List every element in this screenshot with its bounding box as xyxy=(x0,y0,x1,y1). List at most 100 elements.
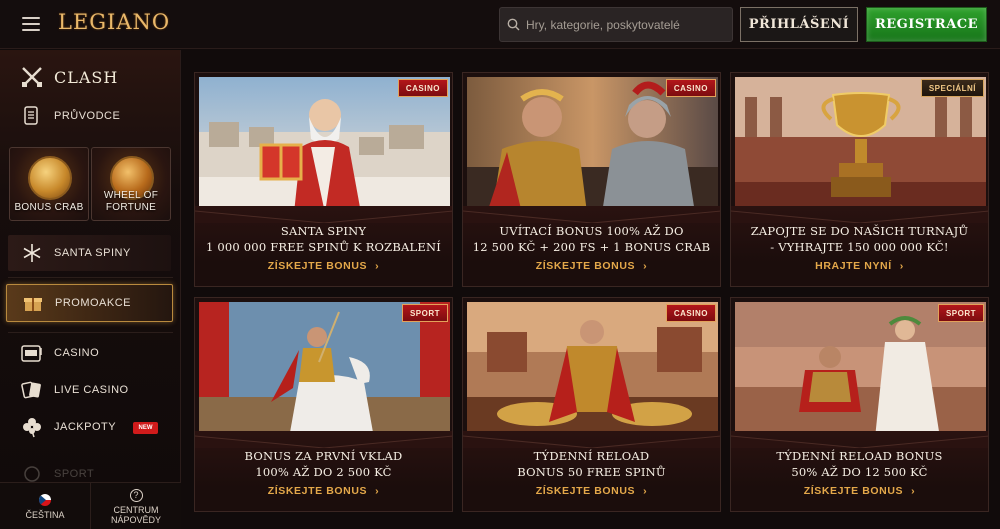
promo-card[interactable]: SPECIÁLNÍ ZAPOJTE SE DO NAŠICH TURNAJŮ -… xyxy=(730,72,989,287)
snowflake-icon xyxy=(20,241,44,265)
help-center-link[interactable]: ? CENTRUM NÁPOVĚDY xyxy=(90,483,181,529)
cta-label: ZÍSKEJTE BONUS xyxy=(267,485,368,497)
promo-title-line: 1 000 000 FREE SPINŮ K ROZBALENÍ xyxy=(206,240,441,254)
promo-cta[interactable]: HRAJTE NYNÍ › xyxy=(731,260,988,272)
gift-icon xyxy=(21,291,45,315)
promo-card[interactable]: CASINO TÝDENNÍ RELOAD BONUS 50 FREE SPIN… xyxy=(462,297,721,512)
site-logo[interactable]: LEGIANO xyxy=(58,10,170,38)
category-badge: CASINO xyxy=(665,79,716,97)
chevron-right-icon: › xyxy=(911,485,916,497)
login-button[interactable]: PŘIHLÁŠENÍ xyxy=(740,7,858,42)
chevron-right-icon: › xyxy=(375,260,380,272)
language-label: ČEŠTINA xyxy=(25,509,65,520)
sidebar-item-clash[interactable]: CLASH xyxy=(0,62,181,92)
sidebar-footer: ČEŠTINA ? CENTRUM NÁPOVĚDY xyxy=(0,482,181,529)
promo-cta[interactable]: ZÍSKEJTE BONUS › xyxy=(731,485,988,497)
promo-title-line: 12 500 KČ + 200 FS + 1 BONUS CRAB xyxy=(472,240,711,254)
cta-label: ZÍSKEJTE BONUS xyxy=(267,260,368,272)
divider xyxy=(8,332,173,333)
new-badge: NEW xyxy=(133,422,158,434)
promo-cta[interactable]: ZÍSKEJTE BONUS › xyxy=(195,260,452,272)
promo-card[interactable]: CASINO UVÍTACÍ BONUS 100% AŽ DO 12 500 K… xyxy=(462,72,721,287)
promo-title: UVÍTACÍ BONUS 100% AŽ DO 12 500 KČ + 200… xyxy=(471,223,712,255)
promo-title-line: TÝDENNÍ RELOAD xyxy=(533,449,650,463)
slot-machine-icon xyxy=(20,341,44,365)
cta-label: HRAJTE NYNÍ xyxy=(815,260,892,272)
sidebar-item-promoakce[interactable]: PROMOAKCE xyxy=(6,284,173,322)
top-header: LEGIANO PŘIHLÁŠENÍ REGISTRACE xyxy=(0,0,1000,49)
promo-title-line: 50% AŽ DO 12 500 KČ xyxy=(791,465,928,479)
card-divider xyxy=(463,210,720,223)
promo-title-line: 100% AŽ DO 2 500 KČ xyxy=(255,465,392,479)
promo-cta[interactable]: ZÍSKEJTE BONUS › xyxy=(463,485,720,497)
sidebar-item-row: SANTA SPINY xyxy=(0,241,181,265)
promo-title-line: BONUS 50 FREE SPINŮ xyxy=(517,465,666,479)
promo-title: SANTA SPINY 1 000 000 FREE SPINŮ K ROZBA… xyxy=(203,223,444,255)
help-label: CENTRUM NÁPOVĚDY xyxy=(110,504,161,525)
sidebar-item-label: PROMOAKCE xyxy=(55,297,132,309)
promo-title: TÝDENNÍ RELOAD BONUS 50 FREE SPINŮ xyxy=(471,448,712,480)
bonus-crab-image xyxy=(28,156,72,200)
chevron-right-icon: › xyxy=(375,485,380,497)
promo-title-line: - VYHRAJTE 150 000 000 KČ! xyxy=(770,240,949,254)
sidebar-item-label: JACKPOTY xyxy=(54,421,117,433)
promo-cta[interactable]: ZÍSKEJTE BONUS › xyxy=(463,260,720,272)
chevron-right-icon: › xyxy=(643,485,648,497)
search-input[interactable] xyxy=(526,17,726,32)
cta-label: ZÍSKEJTE BONUS xyxy=(803,485,904,497)
sidebar-item-label: SANTA SPINY xyxy=(54,247,131,259)
card-divider xyxy=(731,435,988,448)
sidebar-item-label: LIVE CASINO xyxy=(54,384,129,396)
czech-flag-icon xyxy=(39,493,51,506)
clover-icon xyxy=(20,415,44,439)
promo-card[interactable]: CASINO SANTA SPINY 1 000 000 FREE SPINŮ … xyxy=(194,72,453,287)
tile-wheel-of-fortune[interactable]: WHEEL OF FORTUNE xyxy=(91,147,171,221)
search-bar[interactable] xyxy=(499,7,733,42)
card-divider xyxy=(463,435,720,448)
cta-label: ZÍSKEJTE BONUS xyxy=(535,485,636,497)
card-divider xyxy=(195,435,452,448)
promo-title: TÝDENNÍ RELOAD BONUS 50% AŽ DO 12 500 KČ xyxy=(739,448,980,480)
card-divider xyxy=(731,210,988,223)
sidebar-item-live-casino[interactable]: LIVE CASINO xyxy=(0,377,181,403)
tile-bonus-crab[interactable]: BONUS CRAB xyxy=(9,147,89,221)
sidebar-item-label: CASINO xyxy=(54,347,100,359)
promo-cta[interactable]: ZÍSKEJTE BONUS › xyxy=(195,485,452,497)
hamburger-icon[interactable] xyxy=(22,17,40,31)
promo-title-line: TÝDENNÍ RELOAD BONUS xyxy=(776,449,943,463)
category-badge: SPORT xyxy=(937,304,984,322)
language-selector[interactable]: ČEŠTINA xyxy=(0,483,90,529)
chevron-right-icon: › xyxy=(643,260,648,272)
cta-label: ZÍSKEJTE BONUS xyxy=(535,260,636,272)
sidebar-item-casino[interactable]: CASINO xyxy=(0,340,181,366)
register-button[interactable]: REGISTRACE xyxy=(866,7,987,42)
cards-icon xyxy=(20,378,44,402)
category-badge: SPORT xyxy=(401,304,448,322)
tile-label: WHEEL OF FORTUNE xyxy=(103,190,159,213)
promo-card[interactable]: SPORT TÝDENNÍ RELOAD BONUS 50% AŽ DO 12 … xyxy=(730,297,989,512)
sidebar-item-label: PRŮVODCE xyxy=(54,110,121,122)
crossed-swords-icon xyxy=(20,65,44,89)
sidebar: CLASH PRŮVODCE BONUS CRAB WHEEL OF FORTU… xyxy=(0,50,181,529)
promo-title: BONUS ZA PRVNÍ VKLAD 100% AŽ DO 2 500 KČ xyxy=(203,448,444,480)
category-badge: CASINO xyxy=(665,304,716,322)
promo-title: ZAPOJTE SE DO NAŠICH TURNAJŮ - VYHRAJTE … xyxy=(739,223,980,255)
search-icon xyxy=(500,7,526,42)
question-icon: ? xyxy=(129,488,143,502)
promo-title-line: ZAPOJTE SE DO NAŠICH TURNAJŮ xyxy=(750,224,969,238)
scroll-icon xyxy=(20,104,44,128)
sidebar-item-santa-spiny[interactable]: SANTA SPINY xyxy=(8,235,171,271)
card-divider xyxy=(195,210,452,223)
category-badge: SPECIÁLNÍ xyxy=(920,79,984,97)
sidebar-item-guide[interactable]: PRŮVODCE xyxy=(0,102,181,130)
category-badge: CASINO xyxy=(397,79,448,97)
promo-card[interactable]: SPORT BONUS ZA PRVNÍ VKLAD 100% AŽ DO 2 … xyxy=(194,297,453,512)
sidebar-item-sport[interactable]: SPORT xyxy=(0,464,181,484)
sidebar-item-label: SPORT xyxy=(54,468,95,480)
tile-label: BONUS CRAB xyxy=(14,202,84,213)
promo-title-line: UVÍTACÍ BONUS 100% AŽ DO xyxy=(499,224,684,238)
divider xyxy=(8,277,173,278)
promo-title-line: BONUS ZA PRVNÍ VKLAD xyxy=(244,449,403,463)
sidebar-item-row: PROMOAKCE xyxy=(1,291,182,315)
chevron-right-icon: › xyxy=(899,260,904,272)
